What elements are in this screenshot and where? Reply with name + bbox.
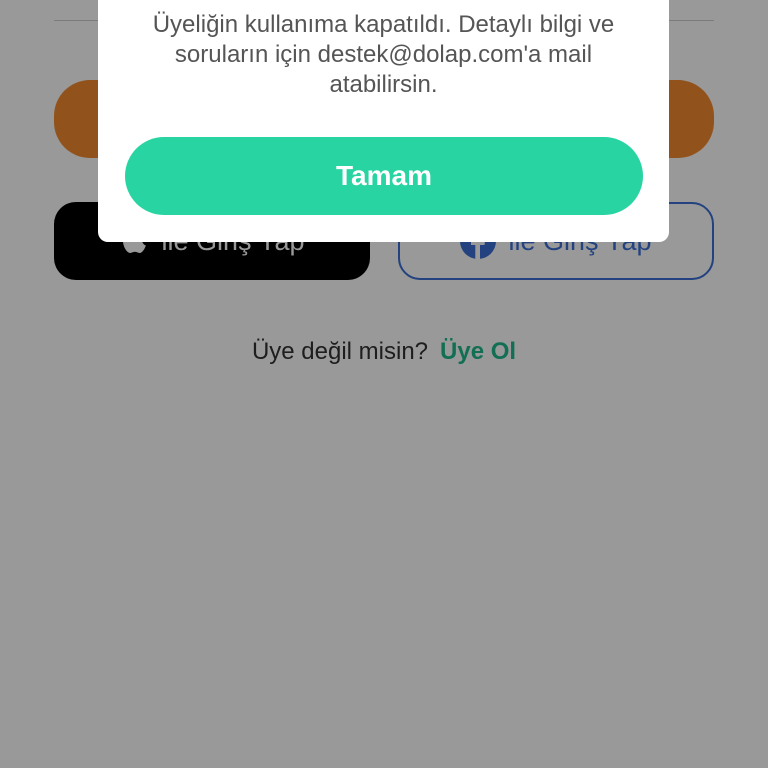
login-screen: ile Giriş Yap ile Giriş Yap Üye değil mi…: [0, 0, 768, 768]
alert-dialog: Üyeliğin kullanıma kapatıldı. Detaylı bi…: [98, 0, 669, 242]
ok-button[interactable]: Tamam: [125, 137, 643, 215]
dialog-message: Üyeliğin kullanıma kapatıldı. Detaylı bi…: [152, 11, 615, 98]
